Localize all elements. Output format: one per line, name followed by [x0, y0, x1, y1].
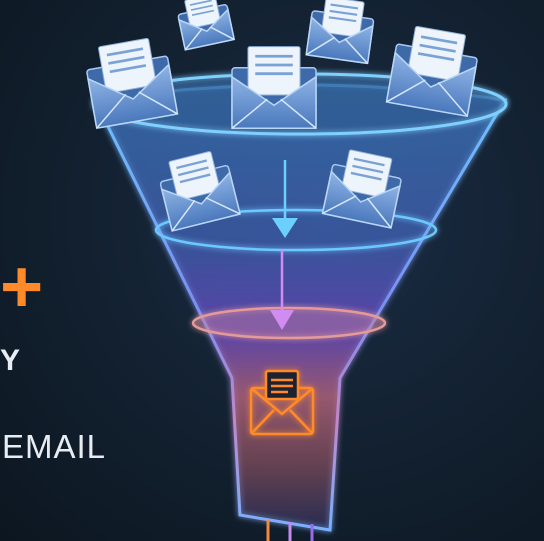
envelope-icon [305, 0, 375, 65]
plus-icon: + [0, 245, 44, 328]
heading-fragment: Y [0, 344, 22, 377]
envelope-icon [86, 37, 179, 130]
funnel-body [92, 72, 508, 541]
email-label: EMAIL [2, 428, 107, 465]
envelope-icon [177, 0, 236, 51]
envelope-icon [231, 46, 317, 129]
envelope-icon [385, 25, 478, 118]
